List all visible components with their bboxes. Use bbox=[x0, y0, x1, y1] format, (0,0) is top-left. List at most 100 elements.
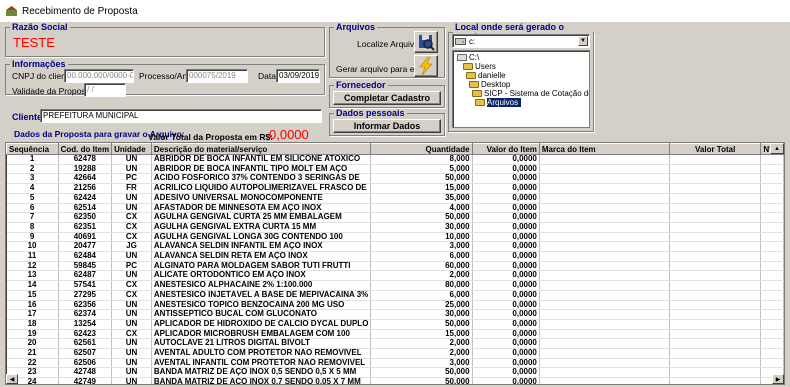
table-cell[interactable]: 62487 bbox=[58, 270, 113, 282]
table-cell[interactable]: 30,000 bbox=[370, 222, 473, 233]
table-row[interactable]: 3 42664 PC ÁCIDO FOSFÓRICO 37% CONTENDO 3 S… bbox=[6, 173, 784, 185]
col-valor-item[interactable]: Valor do Item bbox=[471, 143, 540, 155]
table-cell[interactable]: 0,0000 bbox=[472, 329, 540, 340]
table-cell[interactable]: 15,000 bbox=[370, 329, 473, 340]
table-cell[interactable]: ALAVANCA SELDIN RETA EM AÇO INOX bbox=[151, 251, 372, 262]
table-cell[interactable]: 19 bbox=[6, 329, 59, 340]
table-cell[interactable]: AUTOCLAVE 21 LITROS DIGITAL BIVOLT bbox=[151, 338, 372, 350]
table-cell[interactable]: AVENTAL INFANTIL COM PROTETOR NÃO REMOVÍ… bbox=[151, 358, 372, 369]
table-cell[interactable]: UN bbox=[111, 270, 152, 282]
table-cell[interactable] bbox=[539, 261, 670, 272]
table-cell[interactable]: 0,0000 bbox=[472, 183, 540, 194]
table-cell[interactable] bbox=[669, 183, 762, 194]
table-cell[interactable]: UN bbox=[111, 300, 152, 311]
table-cell[interactable]: 62514 bbox=[58, 203, 113, 214]
table-row[interactable]: 4 21256 FR ACRÍLICO LÍQUIDO AUTOPOLIMERIZÁV… bbox=[6, 183, 784, 194]
table-cell[interactable] bbox=[669, 290, 762, 301]
table-cell[interactable]: ANESTÉSICO INJETÁVEL A BASE DE MEPIVACAÍ… bbox=[151, 290, 372, 301]
table-cell[interactable]: 10,000 bbox=[370, 232, 473, 243]
table-cell[interactable]: 6 bbox=[6, 203, 59, 214]
table-cell[interactable]: UN bbox=[111, 367, 152, 379]
table-row[interactable]: 7 62350 CX AGULHA GENGIVAL CURTA 25 MM EMBA… bbox=[6, 212, 784, 223]
scroll-left-button[interactable]: ◀ bbox=[6, 374, 18, 384]
table-cell[interactable] bbox=[669, 222, 762, 233]
table-row[interactable]: 22 62506 UN AVENTAL INFANTIL COM PROTETOR N… bbox=[6, 358, 784, 369]
table-row[interactable]: 10 20477 JG ALAVANCA SELDIN INFANTIL EM AÇO… bbox=[6, 241, 784, 253]
table-cell[interactable]: 0,0000 bbox=[472, 232, 540, 243]
table-cell[interactable] bbox=[539, 193, 670, 204]
table-cell[interactable] bbox=[669, 241, 762, 253]
gerar-arquivo-button[interactable] bbox=[414, 55, 438, 77]
table-cell[interactable] bbox=[669, 329, 762, 340]
table-cell[interactable] bbox=[539, 377, 670, 384]
table-cell[interactable]: 20477 bbox=[58, 241, 113, 253]
drive-select[interactable]: c: ▼ bbox=[452, 34, 590, 48]
table-cell[interactable]: 7 bbox=[6, 212, 59, 223]
col-sequencia[interactable]: Sequência bbox=[6, 143, 59, 155]
table-cell[interactable]: 0,0000 bbox=[472, 358, 540, 369]
table-cell[interactable]: 0,0000 bbox=[472, 212, 540, 223]
table-cell[interactable] bbox=[669, 173, 762, 185]
table-cell[interactable] bbox=[539, 232, 670, 243]
table-cell[interactable]: ÁCIDO FOSFÓRICO 37% CONTENDO 3 SERINGAS … bbox=[151, 173, 372, 185]
table-cell[interactable]: 0,0000 bbox=[472, 300, 540, 311]
table-cell[interactable]: 0,0000 bbox=[472, 193, 540, 204]
table-cell[interactable]: ANTISSÉPTICO BUCAL COM GLUCONATO bbox=[151, 309, 372, 320]
table-cell[interactable] bbox=[760, 270, 784, 282]
table-cell[interactable] bbox=[539, 319, 670, 330]
table-cell[interactable]: 27295 bbox=[58, 290, 113, 301]
table-cell[interactable] bbox=[539, 270, 670, 282]
table-row[interactable]: 9 40691 CX AGULHA GENGIVAL LONGA 30G CONTEN… bbox=[6, 232, 784, 243]
tree-node-root[interactable]: C:\ bbox=[457, 53, 479, 62]
table-cell[interactable]: CX bbox=[111, 232, 152, 243]
table-cell[interactable]: AGULHA GENGIVAL EXTRA CURTA 15 MM bbox=[151, 222, 372, 233]
tree-node-desktop[interactable]: Desktop bbox=[469, 80, 510, 89]
table-row[interactable]: 15 27295 CX ANESTÉSICO INJETÁVEL A BASE DE … bbox=[6, 290, 784, 301]
table-cell[interactable]: UN bbox=[111, 203, 152, 214]
scroll-up-button[interactable]: ▲ bbox=[770, 143, 784, 154]
table-cell[interactable] bbox=[760, 173, 784, 185]
table-cell[interactable]: 0,0000 bbox=[472, 222, 540, 233]
scroll-right-button[interactable]: ▶ bbox=[772, 374, 784, 384]
table-cell[interactable] bbox=[760, 309, 784, 320]
table-cell[interactable]: ALAVANCA SELDIN INFANTIL EM AÇO INOX bbox=[151, 241, 372, 253]
table-cell[interactable] bbox=[539, 203, 670, 214]
table-cell[interactable]: 30,000 bbox=[370, 309, 473, 320]
table-row[interactable]: 2 19288 UN ABRIDOR DE BOCA INFANTIL TIPO MO… bbox=[6, 164, 784, 175]
table-cell[interactable]: ACRÍLICO LÍQUIDO AUTOPOLIMERIZÁVEL FRASC… bbox=[151, 183, 372, 194]
table-cell[interactable]: 40691 bbox=[58, 232, 113, 243]
table-cell[interactable]: 8 bbox=[6, 222, 59, 233]
table-cell[interactable]: 62356 bbox=[58, 300, 113, 311]
table-cell[interactable] bbox=[760, 154, 784, 165]
tree-node-users[interactable]: Users bbox=[463, 62, 496, 71]
table-cell[interactable]: 0,0000 bbox=[472, 338, 540, 350]
col-unidade[interactable]: Unidade bbox=[111, 143, 152, 155]
table-cell[interactable]: 11 bbox=[6, 251, 59, 262]
table-cell[interactable] bbox=[669, 367, 762, 379]
table-cell[interactable]: 62350 bbox=[58, 212, 113, 223]
table-cell[interactable] bbox=[539, 222, 670, 233]
table-cell[interactable]: 6,000 bbox=[370, 290, 473, 301]
table-cell[interactable]: 21256 bbox=[58, 183, 113, 194]
table-cell[interactable] bbox=[760, 329, 784, 340]
table-cell[interactable]: 42664 bbox=[58, 173, 113, 185]
table-row[interactable]: 14 57541 CX ANESTÉSICO ALPHACAINE 2% 1:100.… bbox=[6, 280, 784, 291]
table-row[interactable]: 5 62424 UN ADESIVO UNIVERSAL MONOCOMPONENTE… bbox=[6, 193, 784, 204]
table-cell[interactable] bbox=[760, 300, 784, 311]
table-cell[interactable]: AGULHA GENGIVAL CURTA 25 MM EMBALAGEM bbox=[151, 212, 372, 223]
table-cell[interactable]: 50,000 bbox=[370, 319, 473, 330]
table-cell[interactable]: UN bbox=[111, 358, 152, 369]
table-cell[interactable] bbox=[669, 164, 762, 175]
table-cell[interactable]: 0,0000 bbox=[472, 261, 540, 272]
table-cell[interactable] bbox=[539, 338, 670, 350]
table-cell[interactable]: UN bbox=[111, 154, 152, 165]
table-cell[interactable]: 2,000 bbox=[370, 338, 473, 350]
table-cell[interactable]: 62351 bbox=[58, 222, 113, 233]
table-cell[interactable]: APLICADOR MICROBRUSH EMBALAGEM COM 100 bbox=[151, 329, 372, 340]
table-cell[interactable]: 57541 bbox=[58, 280, 113, 291]
table-cell[interactable]: 62424 bbox=[58, 193, 113, 204]
table-cell[interactable]: 8,000 bbox=[370, 154, 473, 165]
table-cell[interactable]: 13 bbox=[6, 270, 59, 282]
table-cell[interactable]: PC bbox=[111, 173, 152, 185]
table-cell[interactable]: 62507 bbox=[58, 348, 113, 359]
